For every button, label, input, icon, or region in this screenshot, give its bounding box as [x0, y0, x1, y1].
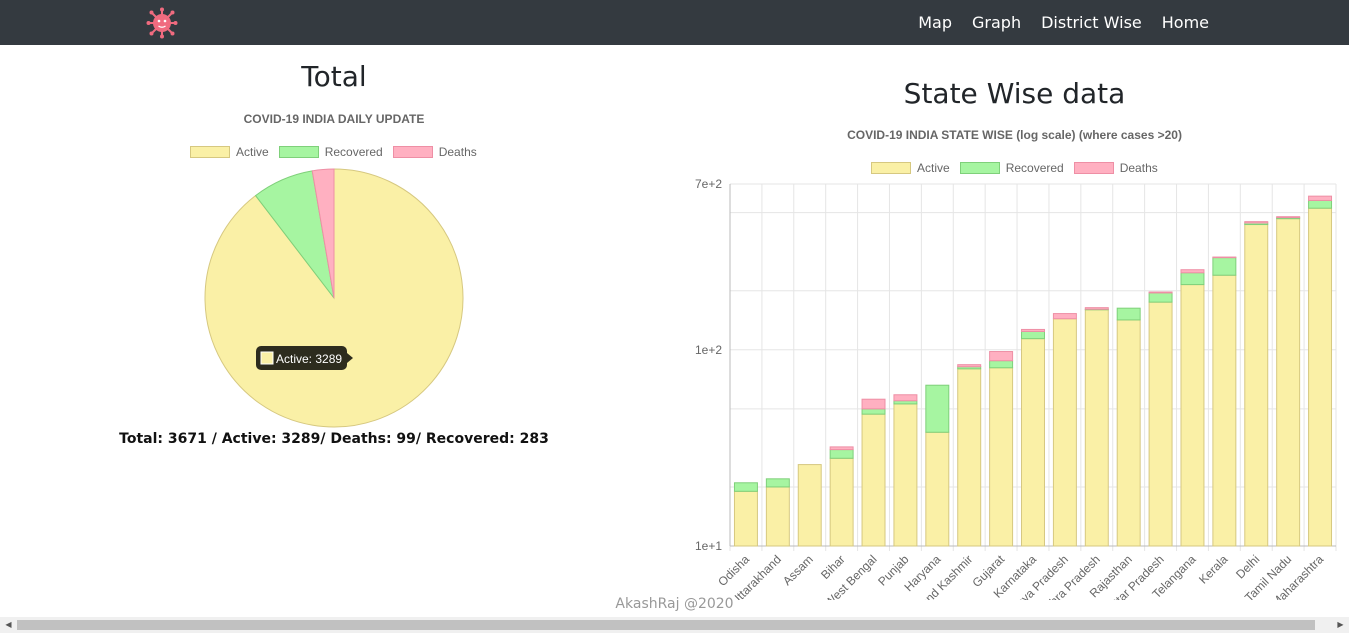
bar-west-bengal-deaths[interactable] — [861, 398, 886, 410]
pie-legend: Active Recovered Deaths — [190, 145, 487, 159]
legend-label: Recovered — [324, 145, 383, 159]
pie-tooltip-text: Active: 3289 — [276, 352, 342, 366]
bar-andhra-pradesh-active[interactable] — [1084, 309, 1109, 547]
bar-gujarat-recovered[interactable] — [989, 360, 1014, 369]
navbar: Map Graph District Wise Home — [0, 0, 1349, 45]
bar-tamil-nadu-active[interactable] — [1276, 218, 1301, 547]
bar-andhra-pradesh-deaths[interactable] — [1084, 307, 1109, 310]
scroll-right-icon[interactable]: ▶ — [1332, 617, 1349, 633]
bar-gujarat-active[interactable] — [989, 367, 1014, 547]
bar-jammu-and-kashmir-active[interactable] — [957, 368, 982, 547]
legend-label: Active — [236, 145, 269, 159]
bar-telangana-recovered[interactable] — [1180, 272, 1205, 286]
bar-tamil-nadu-deaths[interactable] — [1276, 216, 1301, 219]
y-tick-label: 1e+2 — [695, 343, 722, 357]
nav-link-home[interactable]: Home — [1162, 13, 1209, 32]
x-tick-label: Kerala — [1196, 552, 1231, 587]
pie-tooltip: Active: 3289 — [256, 346, 353, 370]
pie-legend-item-active[interactable]: Active — [190, 145, 269, 159]
scrollbar-thumb[interactable] — [17, 620, 1315, 630]
nav-link-map[interactable]: Map — [918, 13, 952, 32]
scroll-left-icon[interactable]: ◀ — [0, 617, 17, 633]
bar-uttarakhand-recovered[interactable] — [765, 478, 790, 488]
bar-karnataka-active[interactable] — [1021, 338, 1045, 547]
legend-swatch — [190, 146, 230, 158]
bar-assam-active[interactable] — [797, 464, 822, 547]
bar-telangana-deaths[interactable] — [1180, 269, 1205, 274]
bar-madhya-pradesh-deaths[interactable] — [1052, 313, 1077, 320]
bar-bihar-recovered[interactable] — [829, 449, 854, 459]
bar-maharashtra-deaths[interactable] — [1308, 195, 1333, 201]
bar-delhi-active[interactable] — [1244, 224, 1269, 547]
state-bar-chart: 1e+11e+27e+2OdishaUttarakhandAssam BiharW… — [695, 177, 1337, 600]
bar-west-bengal-recovered[interactable] — [861, 408, 886, 415]
y-tick-label: 1e+1 — [695, 539, 722, 553]
bar-chart-title: COVID-19 INDIA STATE WISE (log scale) (w… — [847, 128, 1182, 142]
virus-icon[interactable] — [146, 7, 178, 39]
state-wise-title: State Wise data — [903, 77, 1126, 110]
bar-uttar-pradesh-recovered[interactable] — [1148, 292, 1173, 303]
x-tick-label: Delhi — [1233, 552, 1262, 581]
legend-label: Deaths — [438, 145, 477, 159]
bar-punjab-deaths[interactable] — [893, 394, 918, 402]
y-tick-label: 7e+2 — [695, 177, 722, 191]
total-title: Total — [301, 60, 367, 93]
bar-kerala-deaths[interactable] — [1212, 256, 1237, 259]
nav-links: Map Graph District Wise Home — [898, 0, 1209, 45]
horizontal-scrollbar[interactable]: ◀ ▶ — [0, 617, 1349, 633]
bar-rajasthan-recovered[interactable] — [1116, 307, 1141, 321]
footer-credit: AkashRaj @2020 — [615, 596, 734, 612]
bar-west-bengal-active[interactable] — [861, 413, 886, 547]
bar-uttarakhand-active[interactable] — [765, 486, 790, 547]
legend-swatch — [392, 146, 433, 158]
bar-uttar-pradesh-deaths[interactable] — [1148, 291, 1173, 294]
bar-odisha-recovered[interactable] — [733, 482, 758, 492]
bar-haryana-active[interactable] — [925, 431, 950, 547]
pie-legend-item-recovered[interactable]: Recovered — [278, 145, 383, 159]
bar-punjab-active[interactable] — [893, 403, 918, 547]
pie-chart: Active: 3289 — [204, 168, 464, 428]
x-tick-label: Assam — [780, 552, 816, 588]
bar-jammu-and-kashmir-deaths[interactable] — [957, 364, 982, 368]
nav-link-graph[interactable]: Graph — [972, 13, 1021, 32]
bar-bihar-deaths[interactable] — [829, 446, 854, 451]
bar-maharashtra-active[interactable] — [1308, 207, 1333, 547]
bar-kerala-recovered[interactable] — [1212, 257, 1237, 276]
bar-telangana-active[interactable] — [1180, 284, 1205, 547]
bar-karnataka-recovered[interactable] — [1021, 330, 1045, 340]
bar-kerala-active[interactable] — [1212, 274, 1237, 547]
totals-summary: Total: 3671 / Active: 3289/ Deaths: 99/ … — [119, 431, 549, 447]
nav-link-district-wise[interactable]: District Wise — [1041, 13, 1142, 32]
legend-swatch — [278, 146, 319, 158]
bar-karnataka-deaths[interactable] — [1021, 328, 1045, 332]
bar-delhi-deaths[interactable] — [1244, 221, 1269, 224]
bar-maharashtra-recovered[interactable] — [1308, 199, 1333, 209]
bar-gujarat-deaths[interactable] — [989, 351, 1014, 362]
pie-chart-title: COVID-19 INDIA DAILY UPDATE — [243, 112, 425, 126]
bar-uttar-pradesh-active[interactable] — [1148, 301, 1173, 547]
bar-rajasthan-active[interactable] — [1116, 319, 1141, 547]
bar-odisha-active[interactable] — [733, 490, 758, 547]
bar-madhya-pradesh-active[interactable] — [1052, 318, 1077, 547]
bar-haryana-recovered[interactable] — [925, 384, 950, 433]
bar-bihar-active[interactable] — [829, 457, 854, 547]
pie-legend-item-deaths[interactable]: Deaths — [392, 145, 477, 159]
